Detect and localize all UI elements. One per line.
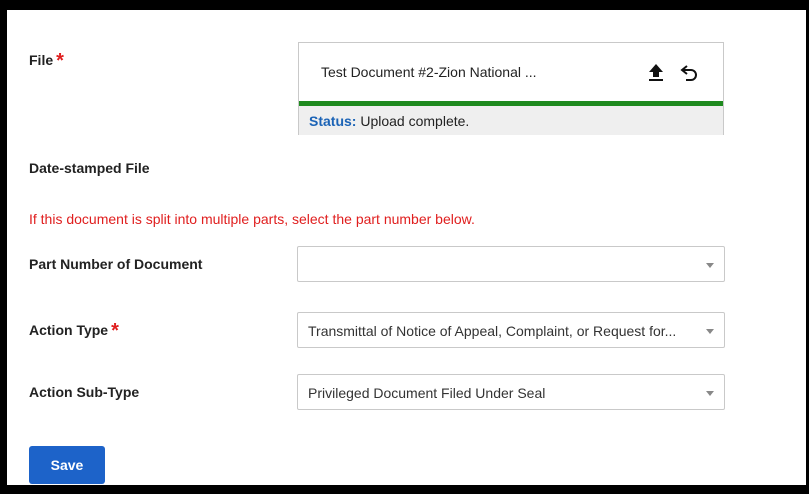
required-asterisk: * — [56, 50, 64, 72]
action-sub-type-label: Action Sub-Type — [29, 384, 140, 400]
part-number-label: Part Number of Document — [29, 256, 203, 272]
file-name: Test Document #2-Zion National ... — [321, 64, 537, 80]
status-label: Status: — [309, 113, 357, 129]
chevron-down-icon — [706, 391, 714, 396]
file-upload-box: Test Document #2-Zion National ... Statu… — [298, 42, 724, 135]
form-frame: File * Test Document #2-Zion National ...… — [0, 0, 809, 494]
upload-icon[interactable] — [646, 62, 666, 82]
chevron-down-icon — [706, 329, 714, 334]
action-type-label-row: Action Type * — [29, 320, 119, 343]
split-notice: If this document is split into multiple … — [29, 211, 475, 227]
status-text: Upload complete. — [360, 113, 470, 129]
action-sub-type-value: Privileged Document Filed Under Seal — [308, 385, 546, 401]
action-type-value: Transmittal of Notice of Appeal, Complai… — [308, 323, 677, 339]
action-type-label: Action Type — [29, 322, 109, 338]
chevron-down-icon — [706, 263, 714, 268]
part-number-select[interactable] — [297, 246, 725, 282]
upload-status: Status: Upload complete. — [299, 106, 723, 135]
action-type-select[interactable]: Transmittal of Notice of Appeal, Complai… — [297, 312, 725, 348]
action-sub-type-select[interactable]: Privileged Document Filed Under Seal — [297, 374, 725, 410]
file-label: File — [29, 52, 54, 68]
undo-icon[interactable] — [680, 62, 700, 82]
save-button[interactable]: Save — [29, 446, 105, 484]
required-asterisk: * — [111, 320, 119, 342]
date-stamped-label: Date-stamped File — [29, 160, 150, 176]
file-label-row: File * — [29, 50, 64, 73]
